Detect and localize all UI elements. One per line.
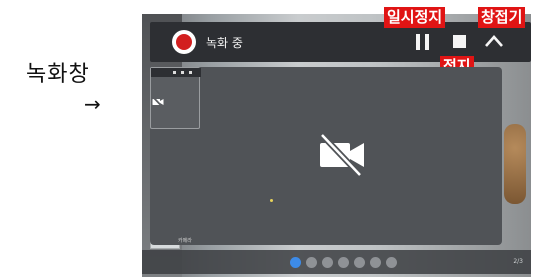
video-caption: 카메라 [178,238,192,244]
stop-icon[interactable] [453,35,466,48]
dock-button[interactable] [338,257,349,268]
dock-button[interactable] [370,257,381,268]
dock-button[interactable] [322,257,333,268]
thumbnail-preview[interactable] [150,67,201,129]
video-off-icon [152,96,164,108]
collapse-annotation: 창접기 [478,7,526,28]
right-arrow-icon: → [84,92,101,116]
record-dot-icon [172,30,196,54]
dock-home-button[interactable] [290,257,301,268]
bottom-dock: 2/3 [142,250,531,274]
recording-window-caption: 녹화창 [26,62,90,87]
background-statue [504,124,526,204]
video-panel: 카메라 [150,67,502,245]
pause-annotation: 일시정지 [384,7,446,28]
pause-icon[interactable] [416,34,430,50]
recording-bar: 녹화 중 [150,22,531,62]
dock-button[interactable] [306,257,317,268]
chevron-up-icon[interactable] [482,31,506,51]
recording-status-text: 녹화 중 [206,36,243,50]
dock-page-indicator: 2/3 [513,258,523,265]
video-off-icon[interactable] [316,131,368,179]
dock-button[interactable] [386,257,397,268]
dock-button[interactable] [354,257,365,268]
thumbnail-bar [151,68,201,77]
mouse-cursor [270,199,273,202]
